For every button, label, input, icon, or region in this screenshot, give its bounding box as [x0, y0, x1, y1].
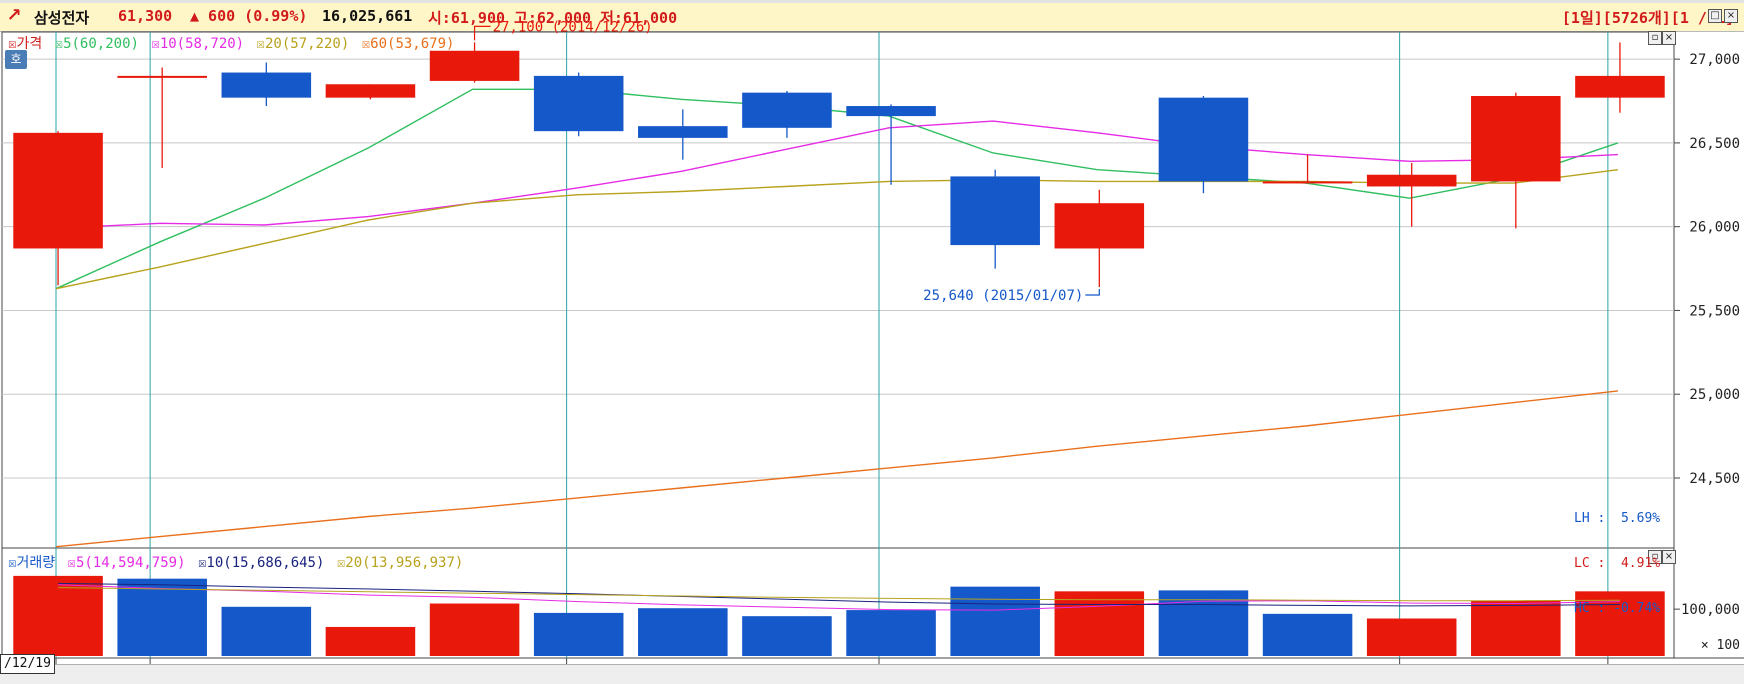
ma5-legend[interactable]: ☒5(60,200)	[55, 36, 141, 52]
ma60-legend[interactable]: ☒60(53,679)	[362, 36, 457, 52]
range-stats: LH : 5.69% LC : 4.91% HC : -0.74%	[1574, 481, 1660, 631]
volume-bar	[1366, 618, 1457, 656]
candle-body	[1054, 203, 1145, 249]
candle-body	[846, 106, 936, 117]
stat-lh: LH : 5.69%	[1574, 511, 1661, 526]
candle-body	[1366, 174, 1457, 187]
stat-lc: LC : 4.91%	[1574, 556, 1661, 571]
price-pane-frame	[1, 31, 1675, 549]
volume-legend: ☒거래량 ☒5(14,594,759) ☒10(15,686,645) ☒20(…	[8, 552, 467, 572]
candle-body	[638, 126, 728, 138]
vol-ma5-legend-label: 5(14,594,759)	[75, 555, 186, 571]
candle-body	[950, 176, 1040, 246]
volume-bar	[1054, 591, 1145, 656]
volume-bar	[117, 578, 207, 656]
price-tick-label: 26,500	[1689, 136, 1740, 152]
price-tick-label: 26,000	[1689, 220, 1740, 236]
volume-bar	[846, 610, 936, 656]
ma20-legend[interactable]: ☒20(57,220)	[257, 36, 352, 52]
volume-bar	[325, 626, 416, 656]
vol-ma10-legend-label: 10(15,686,645)	[206, 555, 325, 571]
candle-body	[221, 72, 312, 98]
volume-bar	[429, 603, 520, 656]
candle-body	[117, 75, 207, 78]
volume-tick-label: 100,000	[1681, 602, 1740, 618]
ma20-legend-label: 20(57,220)	[264, 36, 350, 52]
crosshair-date-flag: /12/19	[0, 654, 55, 674]
vol-ma20-legend[interactable]: ☒20(13,956,937)	[337, 555, 465, 571]
volume-bar	[1471, 600, 1561, 656]
price-tick-label: 24,500	[1689, 471, 1740, 487]
ma5-legend-label: 5(60,200)	[63, 36, 139, 52]
candle-body	[533, 75, 624, 132]
ma10-legend[interactable]: ☒10(58,720)	[151, 36, 246, 52]
vol-ma10-legend[interactable]: ☒10(15,686,645)	[198, 555, 326, 571]
vol-ma5-legend[interactable]: ☒5(14,594,759)	[68, 555, 188, 571]
candle-body	[1575, 75, 1665, 98]
candle-body	[13, 132, 103, 249]
low-annotation: 25,640 (2015/01/07)	[923, 288, 1083, 304]
candle-body	[1471, 95, 1561, 182]
vol-ma20-legend-label: 20(13,956,937)	[345, 555, 464, 571]
stat-hc: HC : -0.74%	[1574, 601, 1661, 616]
volume-bar	[1262, 613, 1353, 656]
price-tick-label: 25,000	[1689, 387, 1740, 403]
ma10-legend-label: 10(58,720)	[159, 36, 245, 52]
candle-body	[429, 50, 520, 81]
volume-bar	[742, 616, 832, 656]
quote-button[interactable]: 호	[5, 50, 27, 69]
window-maximize-button[interactable]: □	[1708, 9, 1722, 23]
volume-bar	[533, 612, 624, 656]
price-tick-label: 27,000	[1689, 52, 1740, 68]
candle-body	[742, 92, 832, 128]
pane-close-button[interactable]: ×	[1662, 31, 1676, 45]
ma60-legend-label: 60(53,679)	[370, 36, 455, 52]
price-tick-label: 25,500	[1689, 303, 1740, 319]
volume-bar	[221, 606, 312, 656]
volume-unit-label: × 100	[1701, 638, 1740, 653]
price-axis-area	[1674, 32, 1744, 662]
candle-body	[1158, 97, 1249, 182]
volume-bar	[638, 608, 728, 656]
volume-legend-label: 거래량	[16, 555, 56, 571]
volume-series-toggle[interactable]: ☒거래량	[8, 555, 57, 571]
volume-bar	[950, 586, 1040, 656]
candle-body	[1262, 181, 1353, 184]
stock-chart[interactable]: 27,100 (2014/12/26) 25,640 (2015/01/07) 2…	[0, 0, 1744, 684]
candle-body	[325, 84, 416, 98]
scroll-strip[interactable]	[0, 664, 1744, 684]
high-annotation: 27,100 (2014/12/26)	[493, 19, 653, 35]
pane-minimize-button[interactable]: ▫	[1648, 31, 1662, 45]
window-close-button[interactable]: ×	[1724, 9, 1738, 23]
volume-pane-close-button[interactable]: ×	[1662, 550, 1676, 564]
price-legend: ☒가격 ☒5(60,200) ☒10(58,720) ☒20(57,220) ☒…	[8, 33, 458, 53]
